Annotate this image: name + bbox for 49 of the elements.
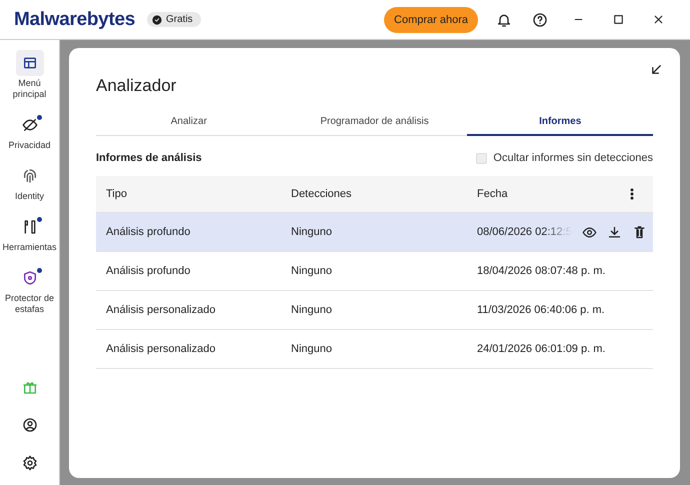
- table-cell: Ninguno: [291, 343, 332, 355]
- collapse-arrow-icon: [649, 62, 664, 77]
- column-header: Fecha: [477, 188, 508, 200]
- help-icon: [532, 12, 548, 28]
- table-cell: 24/01/2026 06:01:09 p. m.: [477, 343, 606, 355]
- section-title: Informes de análisis: [96, 152, 202, 164]
- check-circle-icon: [152, 14, 162, 24]
- table-cell: Análisis personalizado: [106, 343, 216, 355]
- column-header: Tipo: [106, 188, 127, 200]
- close-icon: [652, 13, 664, 26]
- table-cell: Análisis profundo: [106, 265, 190, 277]
- dashboard-icon: [22, 55, 38, 71]
- table-cell: 18/04/2026 08:07:48 p. m.: [477, 265, 606, 277]
- tab[interactable]: Programador de análisis: [282, 110, 468, 136]
- eye-icon: [582, 224, 597, 240]
- table-cell: Ninguno: [291, 304, 332, 316]
- tab[interactable]: Analizar: [96, 110, 282, 136]
- table-row[interactable]: Análisis personalizado Ninguno 11/03/2026 06:40:06 p. m.: [96, 291, 653, 330]
- table-cell: Análisis profundo: [106, 226, 190, 238]
- dialog-title: Analizador: [96, 76, 178, 96]
- tools-icon: [22, 219, 38, 235]
- sidebar-item[interactable]: Herramientas: [0, 214, 60, 253]
- plan-badge: Gratis: [147, 12, 201, 27]
- column-header: Detecciones: [291, 188, 352, 200]
- sidebar-item[interactable]: Privacidad: [0, 112, 60, 151]
- buy-button[interactable]: Comprar ahora: [384, 6, 478, 32]
- tab[interactable]: Informes: [467, 110, 654, 136]
- table-cell: Ninguno: [291, 265, 332, 277]
- maximize-icon: [612, 13, 624, 26]
- sidebar-item[interactable]: Menú principal: [0, 50, 60, 100]
- sidebar-item[interactable]: Identity: [0, 163, 60, 202]
- gift-icon: [22, 379, 38, 395]
- fingerprint-icon: [22, 168, 38, 184]
- settings-icon: [22, 455, 38, 471]
- table-row[interactable]: Análisis profundo Ninguno 18/04/2026 08:07:48 p. m.: [96, 252, 653, 291]
- sidebar-item[interactable]: Protector de estafas: [0, 265, 60, 315]
- bell-icon: [496, 12, 512, 28]
- eye-slash-icon: [22, 117, 38, 133]
- download-icon: [607, 224, 622, 240]
- shield-icon: [22, 270, 38, 286]
- table-cell: Análisis personalizado: [106, 304, 216, 316]
- logo: Malwarebytes: [14, 8, 136, 30]
- trash-icon: [632, 224, 647, 240]
- table-cell: Ninguno: [291, 226, 332, 238]
- checkbox-label: Ocultar informes sin detecciones: [493, 152, 653, 164]
- user-icon: [22, 417, 38, 433]
- checkbox[interactable]: [476, 152, 488, 164]
- table-cell: 11/03/2026 06:40:06 p. m.: [477, 304, 605, 316]
- table-row[interactable]: Análisis personalizado Ninguno 24/01/2026 06:01:09 p. m.: [96, 330, 653, 369]
